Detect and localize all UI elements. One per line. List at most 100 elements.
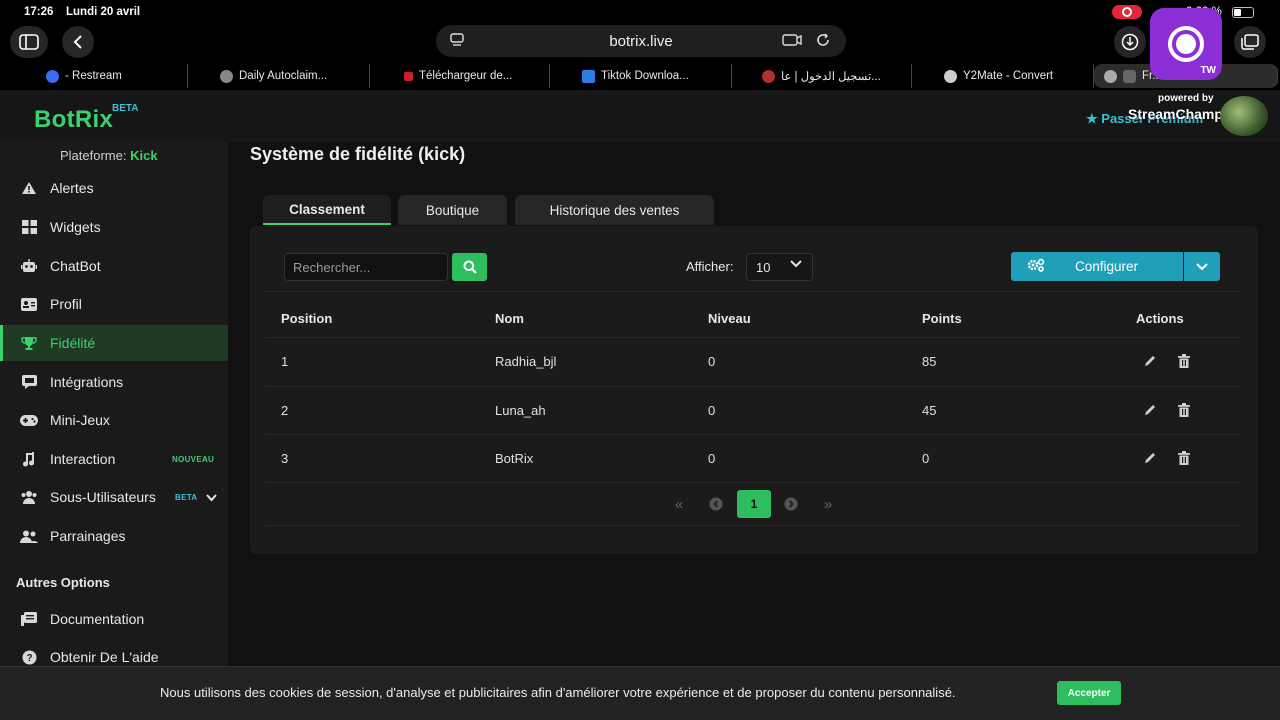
sidebar-item-label: Intégrations	[50, 374, 124, 390]
configure-dropdown-button[interactable]	[1184, 252, 1220, 281]
new-badge: NOUVEAU	[172, 455, 215, 464]
streamchamp-record-icon[interactable]: TW	[1150, 8, 1222, 80]
docs-icon	[20, 610, 38, 628]
tab-label: تسجيل الدخول | عا...	[781, 71, 881, 83]
sidebar-item-widgets[interactable]: Widgets	[0, 209, 228, 245]
autoclaim-icon	[220, 69, 233, 83]
tabs-overview-icon[interactable]	[1234, 26, 1266, 58]
sidebar-item-interaction[interactable]: Interaction NOUVEAU	[0, 441, 228, 477]
divider	[266, 482, 1240, 483]
divider	[266, 291, 1240, 292]
sidebar-item-label: Profil	[50, 296, 82, 312]
edit-icon[interactable]	[1143, 354, 1157, 371]
close-tab-icon[interactable]	[1104, 69, 1117, 83]
download-icon[interactable]	[1114, 26, 1146, 58]
column-header-points[interactable]: Points	[922, 311, 962, 326]
sidebar-item-label: Mini-Jeux	[50, 412, 110, 428]
tab-boutique[interactable]: Boutique	[398, 195, 507, 225]
table-row: 1 Radhia_bjl 0 85	[266, 338, 1240, 386]
download-site-icon	[582, 69, 595, 83]
referral-icon	[20, 527, 38, 545]
users-icon	[20, 488, 38, 506]
sidebar-item-alertes[interactable]: Alertes	[0, 170, 228, 206]
first-page-button[interactable]: «	[666, 490, 692, 518]
chevron-right-icon	[784, 497, 798, 511]
sidebar-item-label: Documentation	[50, 611, 145, 627]
sidebar-item-label: Sous-Utilisateurs	[50, 489, 156, 505]
sidebar-item-label: Widgets	[50, 219, 101, 235]
battery-icon	[1232, 7, 1254, 18]
tab-classement[interactable]: Classement	[263, 195, 391, 225]
tab-telechargeur[interactable]: Téléchargeur de...	[394, 64, 550, 88]
sidebar-item-fidelite[interactable]: Fidélité	[0, 325, 228, 361]
table-row: 2 Luna_ah 0 45	[266, 387, 1240, 435]
column-header-nom[interactable]: Nom	[495, 311, 524, 326]
tab-restream[interactable]: - Restream	[36, 64, 188, 88]
site-icon	[762, 69, 775, 83]
sidebar-item-mini-jeux[interactable]: Mini-Jeux	[0, 402, 228, 438]
last-page-button[interactable]: »	[815, 490, 841, 518]
address-bar[interactable]: botrix.live	[436, 25, 846, 57]
platform-label: Plateforme:	[60, 148, 127, 163]
configure-button[interactable]: Configurer	[1011, 252, 1183, 281]
screen-record-icon	[1112, 5, 1142, 19]
chevron-down-icon[interactable]	[206, 489, 217, 505]
robot-icon	[20, 257, 38, 275]
accept-cookies-button[interactable]: Accepter	[1057, 681, 1121, 705]
browser-toolbar: botrix.live	[0, 24, 1280, 62]
page-size-select[interactable]: 10	[746, 253, 813, 281]
cell-points: 0	[922, 451, 930, 466]
cast-icon[interactable]	[782, 33, 802, 50]
tab-tiktok-downloader[interactable]: Tiktok Downloa...	[572, 64, 732, 88]
delete-icon[interactable]	[1178, 354, 1190, 371]
configure-label: Configurer	[1075, 259, 1139, 274]
edit-icon[interactable]	[1143, 403, 1157, 420]
cell-name: BotRix	[495, 451, 534, 466]
tab-arabic-login[interactable]: تسجيل الدخول | عا...	[752, 64, 912, 88]
cell-points: 45	[922, 403, 937, 418]
sidebar-item-parrainages[interactable]: Parrainages	[0, 518, 228, 554]
tab-daily-autoclaim[interactable]: Daily Autoclaim...	[210, 64, 370, 88]
tab-historique[interactable]: Historique des ventes	[515, 195, 714, 225]
browser-tabs: - Restream Daily Autoclaim... Télécharge…	[0, 62, 1280, 90]
column-header-actions: Actions	[1136, 311, 1184, 326]
streamer-avatar	[1220, 96, 1268, 136]
trophy-icon	[20, 334, 38, 352]
back-icon[interactable]	[62, 26, 94, 58]
delete-icon[interactable]	[1178, 451, 1190, 468]
status-date: Lundi 20 avril	[66, 6, 141, 18]
column-header-niveau[interactable]: Niveau	[708, 311, 751, 326]
edit-icon[interactable]	[1143, 451, 1157, 468]
next-page-button[interactable]	[778, 490, 804, 518]
chevron-left-icon	[709, 497, 723, 511]
search-icon	[463, 260, 477, 274]
reload-icon[interactable]	[816, 33, 830, 50]
botrix-logo[interactable]: BotRix	[34, 106, 113, 134]
cell-position: 3	[281, 451, 289, 466]
sidebar-item-label: Parrainages	[50, 528, 126, 544]
integrations-icon	[20, 373, 38, 391]
column-header-position[interactable]: Position	[281, 311, 332, 326]
sidebar-item-profil[interactable]: Profil	[0, 286, 228, 322]
sidebar-toggle-icon[interactable]	[10, 26, 48, 58]
alert-icon	[20, 179, 38, 197]
platform-value: Kick	[130, 148, 158, 163]
status-bar: 17:26 Lundi 20 avril 0 00 %	[0, 0, 1280, 24]
cell-points: 85	[922, 354, 937, 369]
svg-text:?: ?	[26, 653, 32, 664]
sidebar-item-sous-utilisateurs[interactable]: Sous-Utilisateurs BETA	[0, 479, 228, 515]
cookie-text: Nous utilisons des cookies de session, d…	[160, 685, 956, 700]
botrix-favicon-icon	[1123, 69, 1136, 83]
prev-page-button[interactable]	[703, 490, 729, 518]
search-input[interactable]	[284, 253, 448, 281]
sidebar-item-chatbot[interactable]: ChatBot	[0, 248, 228, 284]
beta-badge-small: BETA	[175, 493, 198, 502]
search-button[interactable]	[452, 253, 487, 281]
widgets-icon	[20, 218, 38, 236]
sidebar-item-integrations[interactable]: Intégrations	[0, 364, 228, 400]
tab-y2mate[interactable]: Y2Mate - Convert	[934, 64, 1094, 88]
restream-icon	[46, 69, 59, 83]
delete-icon[interactable]	[1178, 403, 1190, 420]
sidebar-item-documentation[interactable]: Documentation	[0, 601, 228, 637]
current-page-button[interactable]: 1	[737, 490, 771, 518]
